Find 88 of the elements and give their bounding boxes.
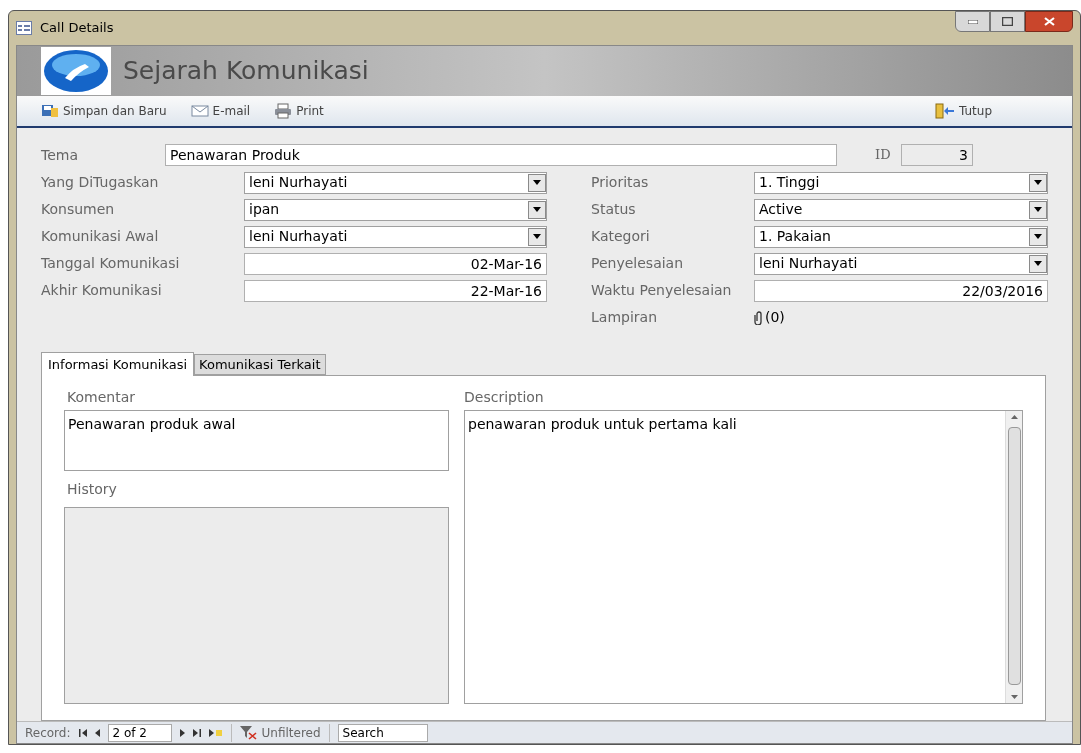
toolbar-button[interactable]: Print — [274, 102, 324, 120]
field-label: Lampiran — [591, 308, 658, 327]
scroll-thumb[interactable] — [1007, 427, 1021, 685]
field-label: Akhir Komunikasi — [41, 281, 163, 300]
dropdown-button[interactable] — [1029, 227, 1047, 246]
save-icon — [41, 103, 59, 119]
field-label: ID — [875, 146, 889, 165]
field-label: Tema — [41, 145, 79, 165]
field-label: Kategori — [591, 227, 651, 246]
exit-door-icon — [934, 103, 955, 119]
caret-icon — [1034, 261, 1042, 266]
form-icon — [16, 21, 32, 35]
caret-icon — [1034, 180, 1042, 185]
combo-box[interactable]: ipan — [244, 198, 547, 221]
field-label: Yang DiTugaskan — [41, 173, 160, 192]
combo-value: leni Nurhayati — [249, 227, 349, 246]
date-field[interactable]: 22-Mar-16 — [244, 279, 547, 302]
maximize-icon — [1002, 17, 1013, 26]
field-label: Status — [591, 200, 637, 219]
scrollbar[interactable] — [1005, 411, 1022, 703]
field-label: Prioritas — [591, 173, 650, 192]
combo-box[interactable]: 1. Pakaian — [754, 225, 1048, 248]
combo-value: ipan — [249, 200, 281, 219]
record-position-field[interactable]: 2 of 2 — [107, 723, 172, 742]
combo-value: leni Nurhayati — [759, 254, 859, 273]
field-label: Tanggal Komunikasi — [41, 254, 181, 273]
record-label: Record: — [25, 724, 71, 742]
last-record-icon[interactable] — [192, 728, 201, 737]
text-field[interactable]: Penawaran Produk — [165, 144, 837, 166]
field-label: Komentar — [66, 388, 136, 407]
search-field[interactable]: Search — [337, 723, 428, 742]
previous-record-icon[interactable] — [94, 728, 100, 737]
field-label: Penyelesaian — [591, 254, 685, 273]
date-field[interactable]: 22/03/2016 — [754, 279, 1048, 302]
toolbar-button[interactable]: Simpan dan Baru — [41, 102, 167, 120]
combo-value: leni Nurhayati — [249, 173, 349, 192]
combo-value: 1. Pakaian — [759, 227, 832, 246]
combo-value: 1. Tinggi — [759, 173, 821, 192]
dropdown-button[interactable] — [528, 173, 546, 192]
dropdown-button[interactable] — [528, 200, 546, 219]
header-title: Sejarah Komunikasi — [123, 55, 369, 88]
printer-icon — [274, 103, 293, 119]
dropdown-button[interactable] — [1029, 254, 1047, 273]
field-label: Komunikasi Awal — [41, 227, 160, 246]
minimize-icon — [967, 19, 978, 24]
id-field: 3 — [901, 144, 973, 166]
window-title: Call Details — [40, 19, 114, 38]
scroll-up-icon — [1010, 415, 1018, 419]
combo-box[interactable]: Active — [754, 198, 1048, 221]
attachment-count[interactable]: (0) — [765, 307, 785, 328]
combo-value: Active — [759, 200, 804, 219]
filter-removed-icon — [239, 725, 258, 740]
tab[interactable]: Informasi Komunikasi — [41, 352, 195, 376]
combo-box[interactable]: leni Nurhayati — [754, 252, 1048, 275]
scroll-down-icon — [1010, 695, 1018, 699]
caret-icon — [533, 180, 541, 185]
description-box[interactable]: penawaran produk untuk pertama kali — [464, 410, 1023, 704]
maximize-button[interactable] — [990, 11, 1025, 32]
caret-icon — [533, 234, 541, 239]
comment-box[interactable]: Penawaran produk awal — [64, 410, 449, 471]
combo-box[interactable]: leni Nurhayati — [244, 171, 547, 194]
combo-box[interactable]: leni Nurhayati — [244, 225, 547, 248]
paperclip-icon — [754, 310, 764, 325]
combo-box[interactable]: 1. Tinggi — [754, 171, 1048, 194]
caret-icon — [1034, 234, 1042, 239]
minimize-button[interactable] — [955, 11, 990, 32]
caret-icon — [533, 207, 541, 212]
field-label: Description — [464, 388, 545, 407]
next-record-icon[interactable] — [179, 728, 185, 737]
new-record-icon[interactable] — [208, 728, 223, 737]
dropdown-button[interactable] — [1029, 173, 1047, 192]
field-label: History — [66, 480, 118, 499]
tab[interactable]: Komunikasi Terkait — [194, 354, 326, 375]
filter-button[interactable]: Unfiltered — [239, 723, 321, 742]
date-field[interactable]: 02-Mar-16 — [244, 252, 547, 275]
close-form-button[interactable]: Tutup — [934, 102, 992, 120]
close-icon — [1043, 17, 1055, 26]
description-text: penawaran produk untuk pertama kali — [467, 415, 738, 434]
caret-icon — [1034, 207, 1042, 212]
close-button[interactable] — [1025, 11, 1073, 32]
dropdown-button[interactable] — [1029, 200, 1047, 219]
field-label: Waktu Penyelesaian — [591, 281, 733, 300]
field-label: Konsumen — [41, 200, 116, 219]
logo-icon — [41, 47, 111, 95]
toolbar-button[interactable]: E-mail — [190, 102, 251, 120]
envelope-icon — [190, 104, 209, 118]
first-record-icon[interactable] — [78, 728, 87, 737]
dropdown-button[interactable] — [528, 227, 546, 246]
